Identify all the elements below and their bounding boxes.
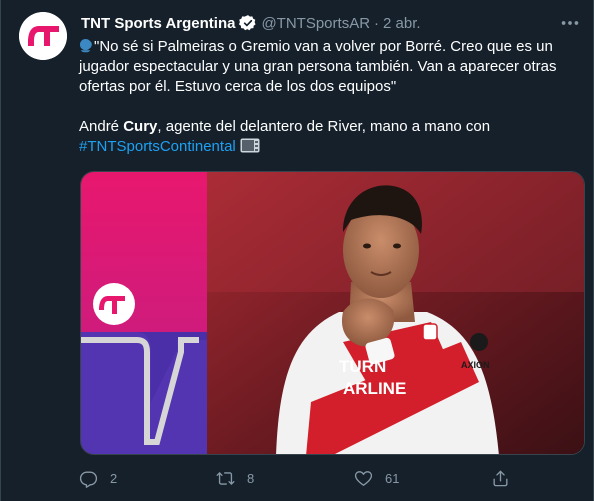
sleeve-sponsor-text: AXION bbox=[461, 360, 490, 370]
tweet-actions: 2 8 61 bbox=[79, 466, 519, 490]
context-suffix: , agente del delantero de River, mano a … bbox=[157, 118, 491, 135]
tweet-header: TNT Sports Argentina @TNTSportsAR · 2 ab… bbox=[81, 13, 421, 33]
quote-text: "No sé si Palmeiras o Gremio van a volve… bbox=[79, 38, 557, 95]
retweet-count: 8 bbox=[247, 470, 255, 486]
hashtag-link[interactable]: #TNTSportsContinental bbox=[79, 138, 236, 155]
author-handle[interactable]: @TNTSportsAR bbox=[261, 15, 370, 32]
retweet-icon bbox=[216, 471, 235, 485]
reply-button[interactable]: 2 bbox=[79, 466, 117, 490]
tweet-text: "No sé si Palmeiras o Gremio van a volve… bbox=[79, 37, 579, 157]
header-separator: · bbox=[374, 14, 380, 32]
more-options-icon[interactable] bbox=[559, 12, 581, 34]
author-avatar[interactable] bbox=[19, 12, 67, 60]
tweet-card[interactable]: TNT Sports Argentina @TNTSportsAR · 2 ab… bbox=[0, 0, 594, 501]
heart-icon bbox=[354, 470, 373, 486]
like-count: 61 bbox=[385, 470, 400, 486]
share-button[interactable] bbox=[491, 466, 510, 490]
tnt-brand-panel bbox=[81, 172, 207, 454]
author-name[interactable]: TNT Sports Argentina bbox=[81, 15, 235, 32]
tweet-quote-paragraph: "No sé si Palmeiras o Gremio van a volve… bbox=[79, 37, 579, 97]
shirt-sponsor-text-1: TURN bbox=[339, 357, 386, 376]
retweet-button[interactable]: 8 bbox=[216, 466, 254, 490]
reply-icon bbox=[79, 470, 98, 488]
speaking-head-icon bbox=[79, 38, 92, 53]
share-icon bbox=[493, 470, 508, 486]
reply-count: 2 bbox=[110, 470, 118, 486]
tweet-media-image[interactable]: TURN ARLINE AXION bbox=[80, 171, 585, 455]
context-bold-name: Cury bbox=[123, 118, 158, 135]
like-button[interactable]: 61 bbox=[354, 466, 399, 490]
tweet-date[interactable]: 2 abr. bbox=[383, 15, 421, 32]
player-photo: TURN ARLINE AXION bbox=[207, 172, 584, 454]
verified-badge-icon bbox=[239, 15, 257, 31]
tnt-logo-icon bbox=[19, 12, 67, 60]
tweet-context-paragraph: André Cury, agente del delantero de Rive… bbox=[79, 117, 579, 157]
tv-icon bbox=[240, 138, 260, 153]
shirt-sponsor-text-2: ARLINE bbox=[343, 379, 406, 398]
context-prefix: André bbox=[79, 118, 124, 135]
